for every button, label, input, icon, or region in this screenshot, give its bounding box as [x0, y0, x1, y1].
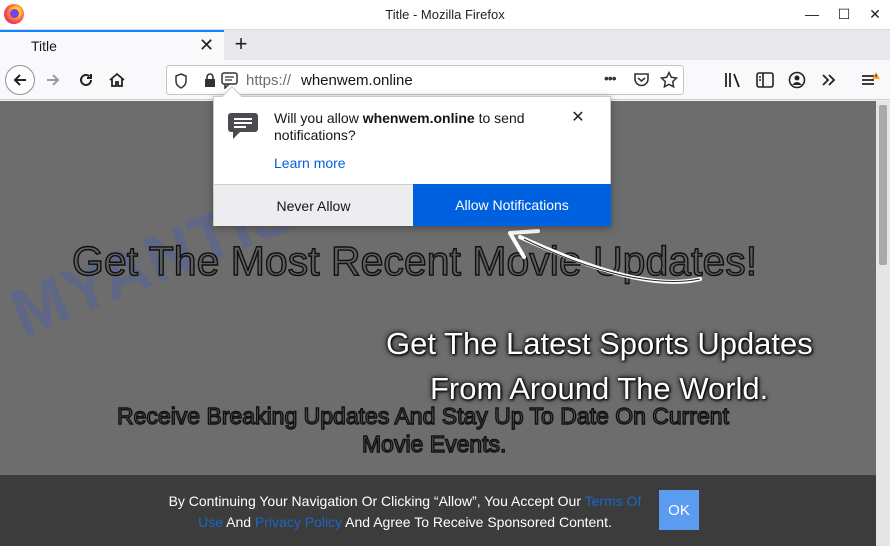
tab-active[interactable]: Title ✕: [0, 30, 224, 60]
navigation-bar: https:// whenwem.online •••: [0, 60, 890, 100]
bookmark-star-icon[interactable]: [660, 71, 678, 89]
notification-permission-popup: Will you allow whenwem.online to send no…: [213, 86, 611, 226]
browser-window: Title - Mozilla Firefox — ☐ ✕ Title ✕ +: [0, 0, 890, 546]
window-title: Title - Mozilla Firefox: [385, 7, 505, 22]
learn-more-link[interactable]: Learn more: [274, 155, 346, 171]
cookie-text: By Continuing Your Navigation Or Clickin…: [160, 491, 650, 533]
popup-message-prefix: Will you allow: [274, 110, 363, 126]
notification-message-icon: [228, 113, 258, 139]
tab-title: Title: [31, 38, 57, 54]
back-button[interactable]: [5, 65, 35, 95]
library-icon[interactable]: [723, 70, 743, 90]
back-arrow-icon: [13, 74, 26, 86]
new-tab-button[interactable]: +: [230, 31, 252, 57]
tab-bar: Title ✕ +: [0, 30, 890, 60]
allow-notifications-button[interactable]: Allow Notifications: [413, 184, 611, 226]
page-scrollbar[interactable]: [876, 101, 890, 546]
forward-arrow-icon: [47, 74, 60, 86]
overflow-menu-icon[interactable]: [819, 70, 839, 90]
page-actions-icon[interactable]: •••: [604, 70, 617, 86]
sports-line-2: From Around The World.: [430, 371, 769, 406]
reload-icon: [80, 73, 92, 86]
minimize-button[interactable]: —: [799, 2, 825, 26]
close-window-button[interactable]: ✕: [862, 2, 888, 26]
reload-button[interactable]: [71, 65, 101, 95]
popup-close-icon[interactable]: ✕: [568, 107, 588, 127]
cookie-consent-bar: By Continuing Your Navigation Or Clickin…: [0, 475, 876, 546]
lock-icon[interactable]: [203, 72, 217, 88]
url-bar[interactable]: https:// whenwem.online •••: [166, 65, 684, 95]
cookie-text-part-3: And Agree To Receive Sponsored Content.: [342, 514, 612, 530]
sub-line-2: Movie Events.: [361, 430, 507, 457]
url-protocol: https://: [246, 72, 292, 89]
maximize-button[interactable]: ☐: [831, 2, 857, 26]
pointing-arrow-icon: [508, 229, 702, 284]
popup-message: Will you allow whenwem.online to send no…: [274, 110, 574, 144]
never-allow-button[interactable]: Never Allow: [214, 184, 413, 226]
sub-line-1: Receive Breaking Updates And Stay Up To …: [116, 402, 729, 429]
pocket-icon[interactable]: [633, 72, 650, 88]
title-bar: Title - Mozilla Firefox — ☐ ✕: [0, 0, 890, 30]
tab-close-icon[interactable]: ✕: [199, 35, 214, 56]
home-button[interactable]: [102, 65, 132, 95]
forward-button[interactable]: [38, 65, 68, 95]
sidebar-icon[interactable]: [755, 70, 775, 90]
cookie-text-part-2: And: [223, 514, 255, 530]
scrollbar-thumb[interactable]: [879, 105, 887, 265]
home-icon: [109, 72, 125, 87]
url-host: whenwem.online: [301, 72, 413, 89]
privacy-link[interactable]: Privacy Policy: [255, 514, 342, 530]
hamburger-menu-icon[interactable]: [860, 70, 880, 90]
popup-site-name: whenwem.online: [362, 110, 475, 126]
cookie-text-part-1: By Continuing Your Navigation Or Clickin…: [168, 493, 585, 509]
shield-icon[interactable]: [174, 73, 188, 89]
cookie-ok-button[interactable]: OK: [659, 490, 699, 530]
sports-line-1: Get The Latest Sports Updates: [386, 326, 813, 361]
account-icon[interactable]: [787, 70, 807, 90]
